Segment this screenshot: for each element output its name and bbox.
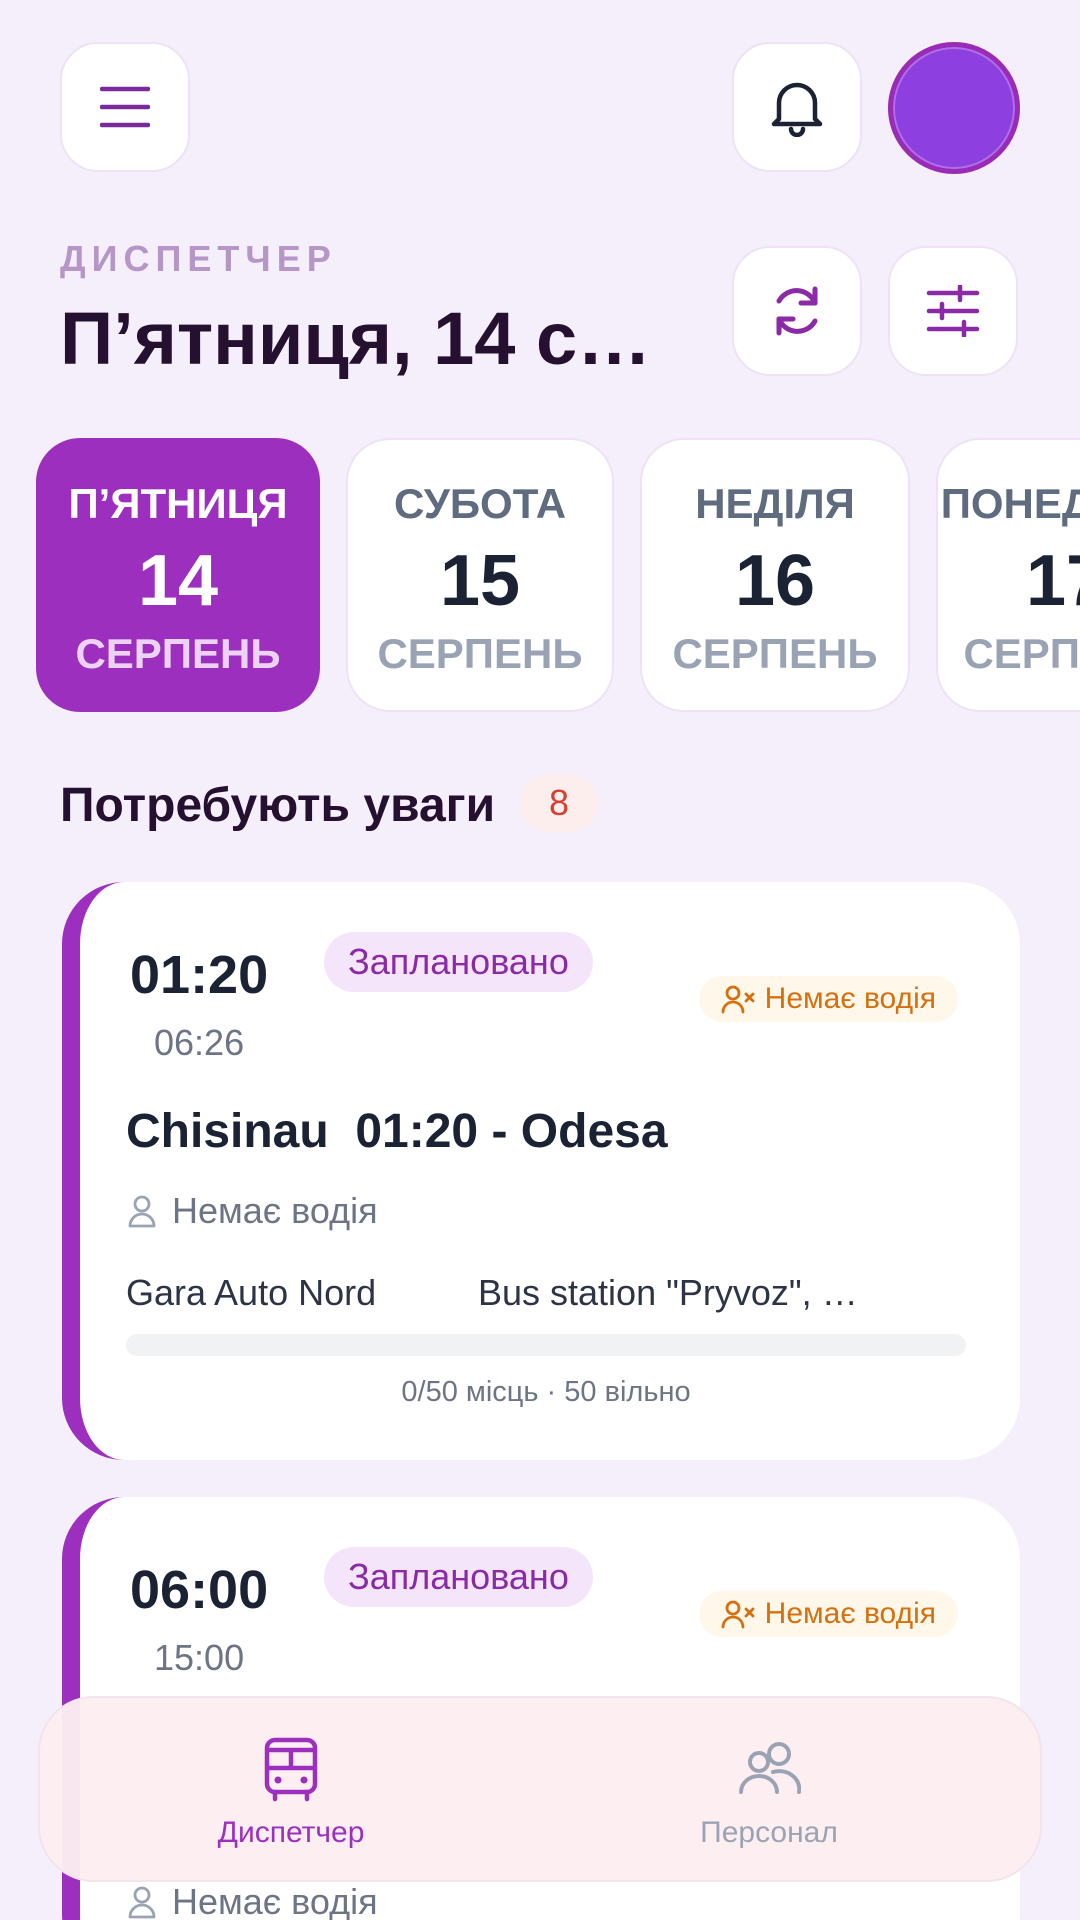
- attention-count-badge: 8: [520, 774, 598, 832]
- menu-icon: [100, 86, 150, 128]
- date-card-1[interactable]: СУБОТА 15 СЕРПЕНЬ: [346, 438, 614, 712]
- date-day: 15: [439, 541, 521, 621]
- person-icon: [128, 1886, 156, 1919]
- date-month: СЕРПЕНЬ: [963, 630, 1080, 677]
- date-card-3[interactable]: ПОНЕДІЛОК 17 СЕРПЕНЬ: [936, 438, 1080, 712]
- trip-arrival-time: 06:26: [154, 1022, 245, 1063]
- refresh-button[interactable]: [732, 246, 862, 376]
- date-day: 16: [734, 541, 816, 621]
- nav-item-dispatcher[interactable]: Диспетчер: [40, 1698, 542, 1884]
- trip-card[interactable]: 01:20 06:26 Заплановано Немає водія Chis…: [62, 882, 1020, 1460]
- date-month: СЕРПЕНЬ: [377, 630, 583, 677]
- bottom-nav: Диспетчер Персонал: [38, 1696, 1042, 1882]
- date-dow: П’ЯТНИЦЯ: [68, 480, 288, 527]
- refresh-icon: [776, 286, 818, 336]
- date-day: 14: [137, 541, 219, 621]
- filters-button[interactable]: [888, 246, 1018, 376]
- arrival-stop: Bus station "Pryvoz", Nova Shchepnyi Rya…: [478, 1272, 868, 1313]
- trip-departure-time: 06:00: [130, 1560, 269, 1620]
- driver-name: Немає водія: [172, 1881, 378, 1920]
- nav-label: Диспетчер: [217, 1816, 365, 1849]
- page-eyebrow: ДИСПЕТЧЕР: [60, 238, 337, 279]
- no-driver-badge: Немає водія: [698, 976, 958, 1022]
- notifications-button[interactable]: [732, 42, 862, 172]
- date-dow: НЕДІЛЯ: [695, 480, 855, 527]
- bus-icon: [264, 1737, 318, 1802]
- date-month: СЕРПЕНЬ: [672, 630, 878, 677]
- bell-icon: [771, 82, 823, 137]
- menu-button[interactable]: [60, 42, 190, 172]
- avatar[interactable]: [888, 42, 1020, 174]
- route-title: Chisinau 01:20 - Odesa: [126, 1105, 668, 1158]
- date-dow: СУБОТА: [393, 480, 567, 527]
- users-icon: [739, 1742, 801, 1794]
- sliders-icon: [926, 285, 980, 337]
- user-x-icon: [721, 1600, 755, 1629]
- driver-line: Немає водія: [126, 1190, 378, 1232]
- nav-item-staff[interactable]: Персонал: [518, 1698, 1020, 1884]
- occupancy-bar: [126, 1334, 966, 1356]
- date-day: 17: [1025, 541, 1080, 621]
- date-card-2[interactable]: НЕДІЛЯ 16 СЕРПЕНЬ: [640, 438, 910, 712]
- date-month: СЕРПЕНЬ: [75, 630, 281, 677]
- departure-stop: Gara Auto Nord: [126, 1272, 377, 1313]
- seats-info: 0/50 місць · 50 вільно: [401, 1376, 691, 1408]
- driver-line: Немає водія: [126, 1881, 378, 1920]
- no-driver-label: Немає водія: [764, 982, 936, 1015]
- user-x-icon: [721, 985, 755, 1014]
- section-title: Потребують уваги: [60, 779, 496, 832]
- date-dow: ПОНЕДІЛОК: [940, 480, 1080, 527]
- status-badge: Заплановано: [324, 932, 593, 992]
- person-icon: [128, 1195, 156, 1228]
- status-badge: Заплановано: [324, 1547, 593, 1607]
- page-title: П’ятниця, 14 серпня: [60, 297, 680, 380]
- date-strip: П’ЯТНИЦЯ 14 СЕРПЕНЬ СУБОТА 15 СЕРПЕНЬ НЕ…: [36, 438, 1080, 714]
- date-card-0[interactable]: П’ЯТНИЦЯ 14 СЕРПЕНЬ: [36, 438, 320, 712]
- no-driver-label: Немає водія: [764, 1597, 936, 1630]
- no-driver-badge: Немає водія: [698, 1591, 958, 1637]
- trip-arrival-time: 15:00: [154, 1637, 245, 1678]
- trip-departure-time: 01:20: [130, 945, 269, 1005]
- nav-label: Персонал: [700, 1816, 838, 1849]
- driver-name: Немає водія: [172, 1190, 378, 1231]
